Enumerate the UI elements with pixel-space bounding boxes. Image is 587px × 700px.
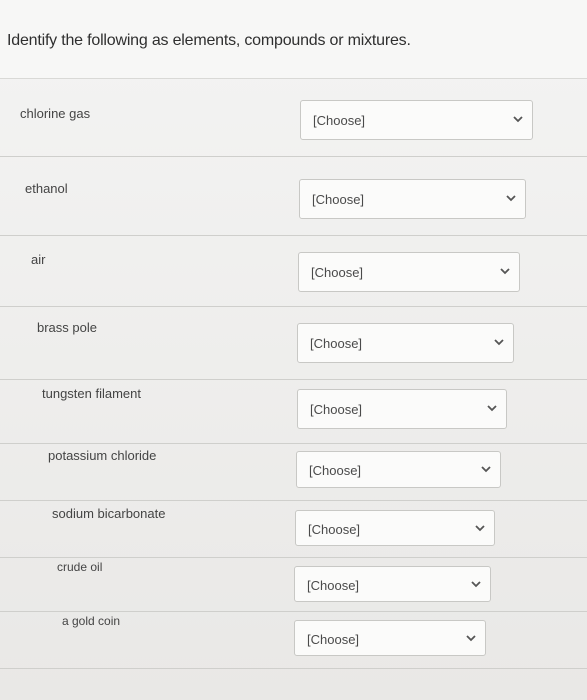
item-label: air bbox=[31, 252, 46, 267]
select-value: [Choose] bbox=[310, 336, 363, 351]
matching-row: air [Choose] bbox=[0, 236, 587, 307]
select-value: [Choose] bbox=[311, 265, 364, 280]
matching-row: a gold coin [Choose] bbox=[0, 612, 587, 669]
item-label: brass pole bbox=[37, 320, 97, 335]
item-label: a gold coin bbox=[62, 614, 121, 628]
chevron-down-icon bbox=[474, 522, 486, 534]
select-value: [Choose] bbox=[313, 113, 366, 128]
answer-select[interactable]: [Choose] bbox=[294, 566, 491, 602]
answer-select[interactable]: [Choose] bbox=[298, 252, 520, 292]
select-value: [Choose] bbox=[307, 578, 360, 593]
matching-row: crude oil [Choose] bbox=[0, 558, 587, 612]
matching-row: tungsten filament [Choose] bbox=[0, 380, 587, 444]
matching-row: potassium chloride [Choose] bbox=[0, 444, 587, 501]
answer-select[interactable]: [Choose] bbox=[295, 510, 495, 546]
matching-row: chlorine gas [Choose] bbox=[0, 78, 587, 157]
answer-select[interactable]: [Choose] bbox=[299, 179, 526, 219]
matching-row: brass pole [Choose] bbox=[0, 307, 587, 380]
select-value: [Choose] bbox=[312, 192, 365, 207]
chevron-down-icon bbox=[499, 265, 511, 277]
chevron-down-icon bbox=[512, 113, 524, 125]
item-label: sodium bicarbonate bbox=[52, 506, 166, 521]
answer-select[interactable]: [Choose] bbox=[297, 389, 507, 429]
item-label: tungsten filament bbox=[42, 386, 142, 401]
item-label: chlorine gas bbox=[20, 106, 91, 121]
select-value: [Choose] bbox=[310, 402, 363, 417]
answer-select[interactable]: [Choose] bbox=[296, 451, 501, 488]
select-value: [Choose] bbox=[309, 463, 362, 478]
chevron-down-icon bbox=[470, 578, 482, 590]
chevron-down-icon bbox=[480, 463, 492, 475]
chevron-down-icon bbox=[493, 336, 505, 348]
answer-select[interactable]: [Choose] bbox=[300, 100, 533, 140]
question-header: Identify the following as elements, comp… bbox=[0, 0, 587, 79]
answer-select[interactable]: [Choose] bbox=[297, 323, 514, 363]
answer-select[interactable]: [Choose] bbox=[294, 620, 486, 656]
matching-row: ethanol [Choose] bbox=[0, 157, 587, 236]
select-value: [Choose] bbox=[308, 522, 361, 537]
item-label: ethanol bbox=[25, 181, 68, 196]
chevron-down-icon bbox=[505, 192, 517, 204]
chevron-down-icon bbox=[486, 402, 498, 414]
item-label: potassium chloride bbox=[48, 448, 157, 463]
item-label: crude oil bbox=[57, 560, 103, 574]
select-value: [Choose] bbox=[307, 632, 360, 647]
chevron-down-icon bbox=[465, 632, 477, 644]
matching-row: sodium bicarbonate [Choose] bbox=[0, 501, 587, 558]
question-title: Identify the following as elements, comp… bbox=[7, 32, 411, 49]
